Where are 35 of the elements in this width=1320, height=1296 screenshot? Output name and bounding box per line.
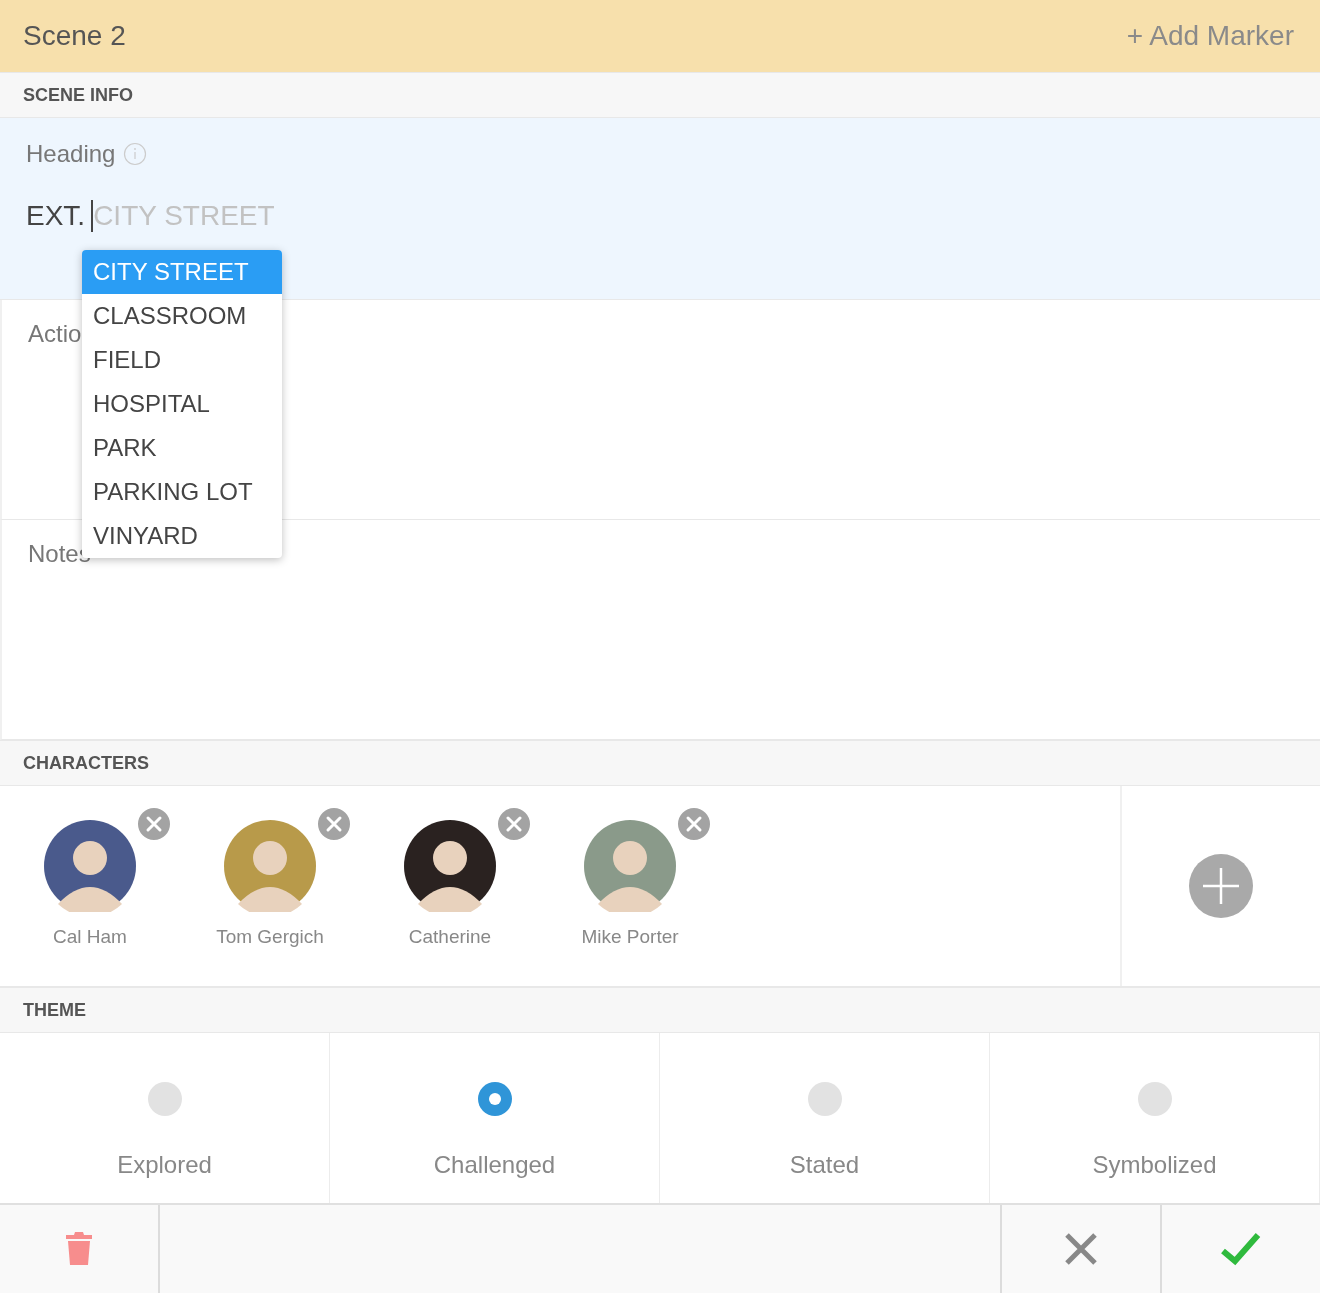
trash-icon[interactable]	[64, 1231, 94, 1267]
theme-label: Explored	[117, 1151, 212, 1179]
radio-button[interactable]	[806, 1081, 843, 1117]
info-icon[interactable]	[123, 142, 148, 166]
heading-field[interactable]: EXT. CITY STREET	[26, 200, 275, 232]
radio-button[interactable]	[146, 1081, 183, 1117]
character-name: Mike Porter	[581, 926, 679, 948]
suggestion-item[interactable]: PARKING LOT	[82, 470, 282, 514]
field-label: Heading	[26, 140, 116, 168]
check-icon[interactable]	[1220, 1231, 1262, 1267]
close-icon[interactable]	[1063, 1231, 1099, 1267]
remove-icon[interactable]	[136, 806, 172, 842]
scene-title: Scene 2	[23, 20, 126, 52]
suggestion-item[interactable]: HOSPITAL	[82, 382, 282, 426]
field-label: Actio	[28, 320, 82, 347]
section-title: CHARACTERS	[23, 752, 149, 774]
character-name: Catherine	[408, 926, 492, 948]
radio-button[interactable]	[1136, 1081, 1173, 1117]
section-title: SCENE INFO	[23, 84, 133, 106]
suggestion-item[interactable]: CLASSROOM	[82, 294, 282, 338]
theme-label: Challenged	[433, 1151, 556, 1179]
remove-icon[interactable]	[496, 806, 532, 842]
suggestion-item[interactable]: FIELD	[82, 338, 282, 382]
remove-icon[interactable]	[676, 806, 712, 842]
section-title: THEME	[23, 999, 86, 1021]
add-icon[interactable]	[1188, 853, 1254, 919]
theme-label: Stated	[789, 1151, 860, 1179]
character-name: Tom Gergich	[216, 926, 324, 948]
remove-icon[interactable]	[316, 806, 352, 842]
suggestion-item[interactable]: PARK	[82, 426, 282, 470]
character-name: Cal Ham	[53, 926, 127, 948]
avatar[interactable]	[404, 820, 496, 912]
avatar[interactable]	[44, 820, 136, 912]
radio-button[interactable]	[476, 1081, 513, 1117]
theme-label: Symbolized	[1092, 1151, 1217, 1179]
